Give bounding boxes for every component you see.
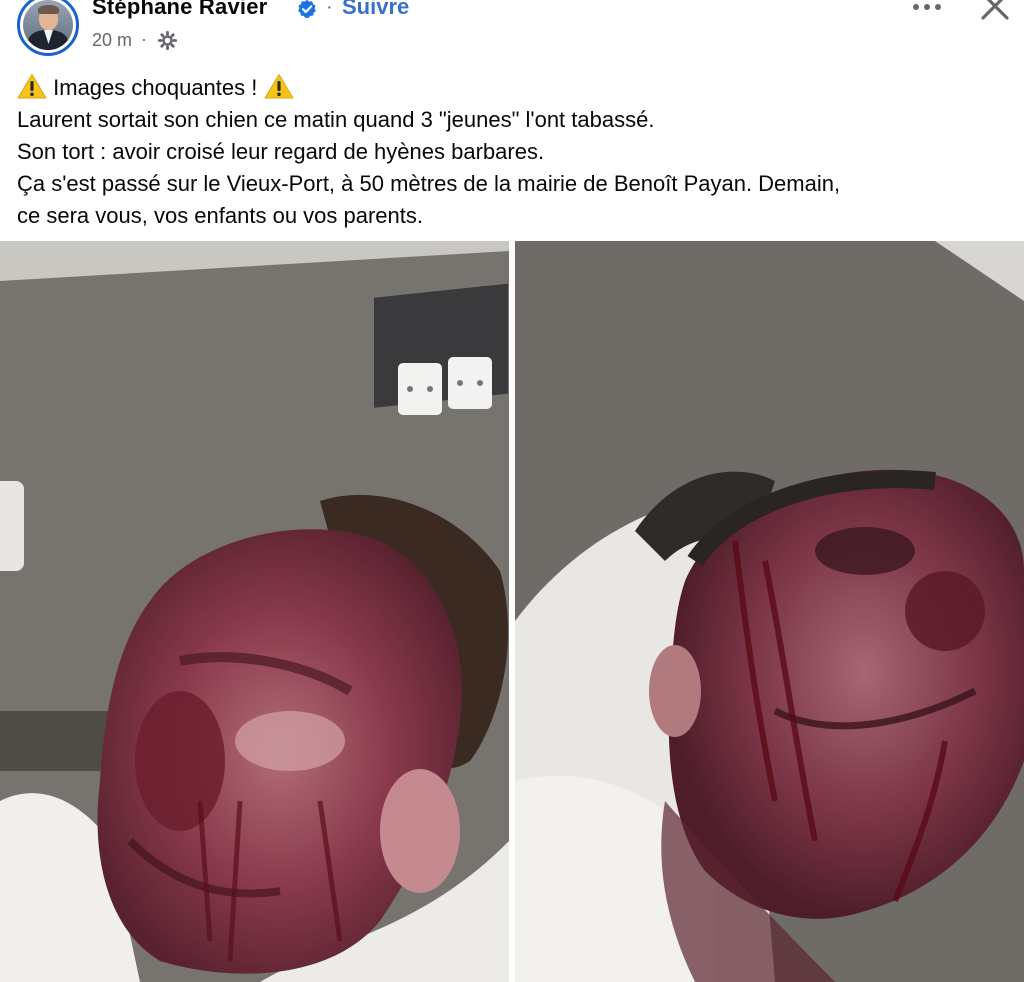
post-timestamp[interactable]: 20 m	[92, 30, 132, 51]
post-text-line-1: Images choquantes !	[17, 72, 1017, 104]
verified-badge-icon	[298, 0, 316, 19]
wall-socket	[374, 283, 508, 415]
warning-triangle-icon	[264, 74, 293, 99]
more-options-icon[interactable]	[905, 0, 949, 22]
separator-dot: ·	[326, 0, 333, 18]
post-photo-left[interactable]	[0, 241, 509, 982]
post-text-line-4: Ça s'est passé sur le Vieux-Port, à 50 m…	[17, 171, 841, 196]
close-icon[interactable]	[975, 0, 1015, 26]
post-text: Images choquantes ! Laurent sortait son …	[17, 72, 1017, 232]
post-photo-right[interactable]	[515, 241, 1024, 982]
post-text-line-2: Laurent sortait son chien ce matin quand…	[17, 107, 655, 132]
warning-triangle-icon	[17, 74, 47, 99]
follow-button[interactable]: Suivre	[342, 0, 409, 20]
injured-face-photo	[515, 241, 1024, 982]
injured-face-photo	[0, 241, 509, 982]
post-text-title: Images choquantes !	[53, 75, 258, 100]
separator-dot: ·	[141, 29, 147, 49]
post-header: Stéphane Ravier · Suivre 20 m ·	[0, 0, 1024, 64]
post-text-line-3: Son tort : avoir croisé leur regard de h…	[17, 139, 545, 164]
author-avatar[interactable]	[17, 0, 79, 56]
public-globe-icon[interactable]	[158, 31, 177, 50]
author-name[interactable]: Stéphane Ravier	[92, 0, 267, 20]
post-text-line-5: ce sera vous, vos enfants ou vos parents…	[17, 203, 424, 228]
